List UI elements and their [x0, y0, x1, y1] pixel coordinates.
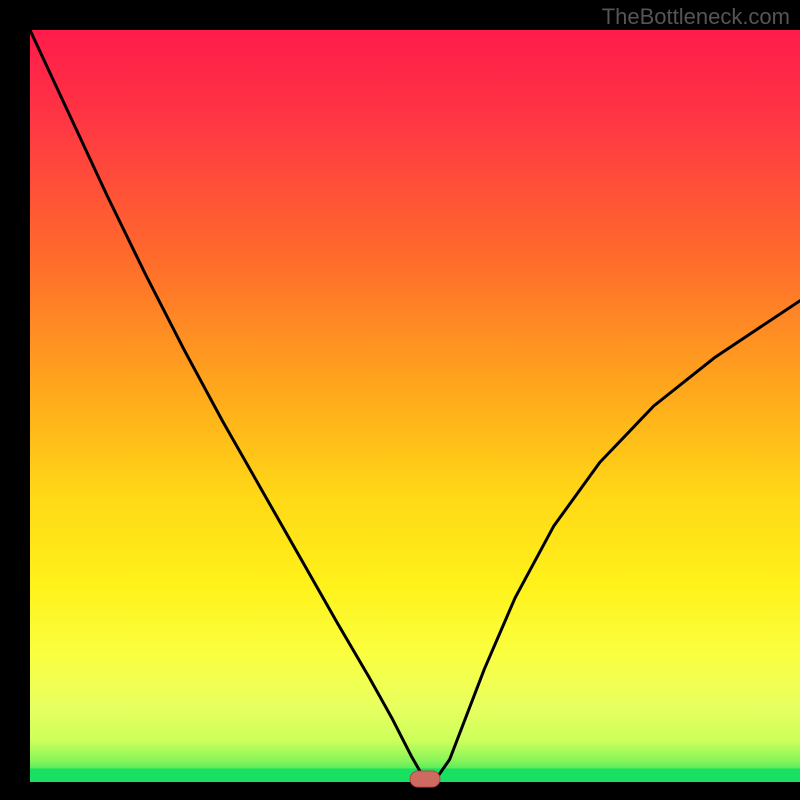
chart-root: TheBottleneck.com [0, 0, 800, 800]
watermark: TheBottleneck.com [602, 4, 790, 30]
chart-canvas [0, 0, 800, 800]
minimum-marker [410, 771, 440, 787]
plot-background [30, 30, 800, 782]
